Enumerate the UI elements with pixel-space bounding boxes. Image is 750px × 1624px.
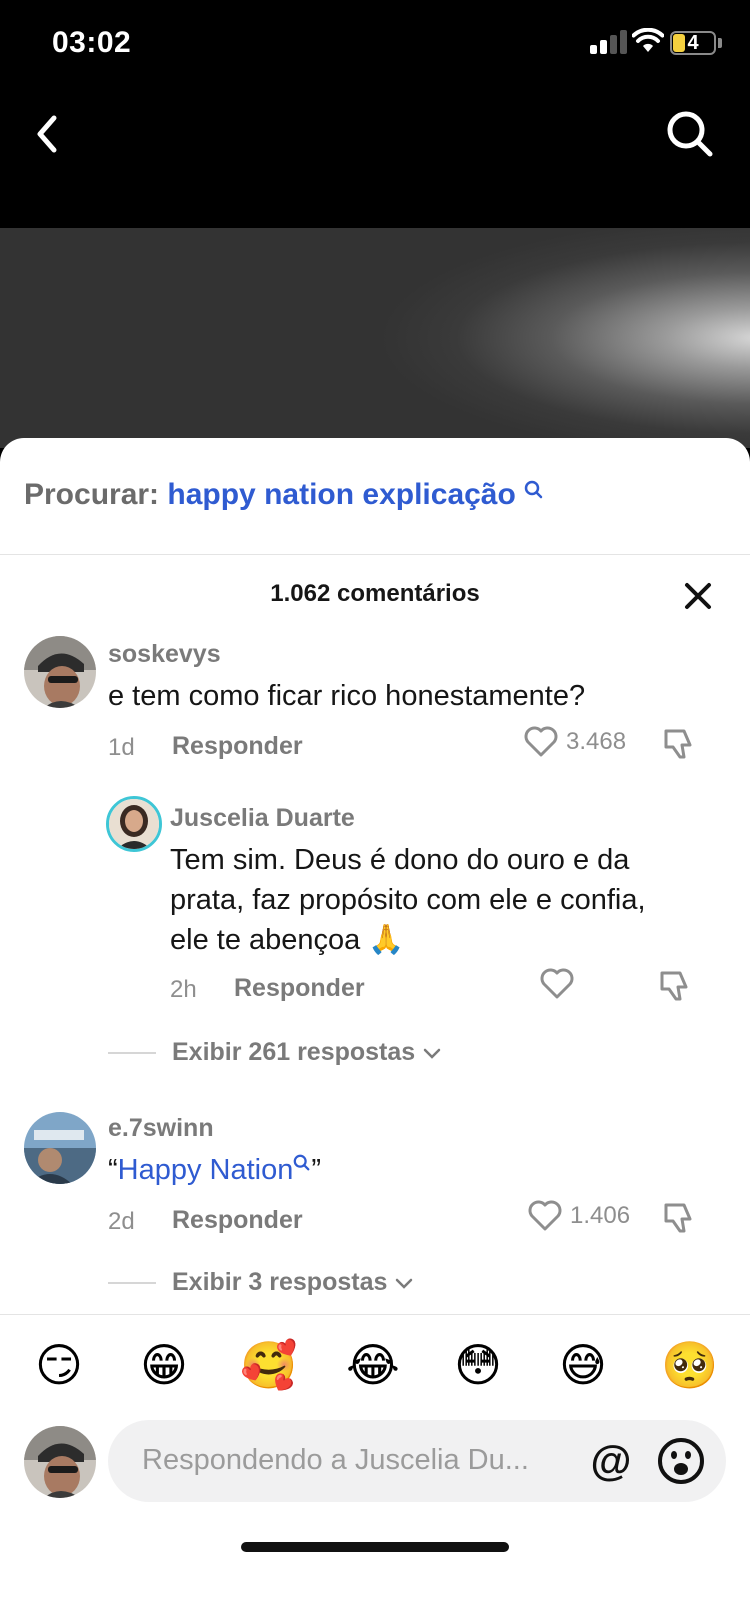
comments-count: 1.062 comentários xyxy=(270,580,480,607)
reply-button[interactable]: Responder xyxy=(234,974,365,1003)
comment-age: 1d xyxy=(108,734,135,761)
emoji-hearts[interactable]: 🥰 xyxy=(240,1337,297,1393)
battery-level: 4 xyxy=(687,32,699,54)
search-suggestion[interactable]: Procurar: happy nation explicação xyxy=(24,478,544,512)
reply-username[interactable]: Juscelia Duarte xyxy=(170,804,355,833)
mention-button[interactable]: @ xyxy=(586,1436,636,1486)
dislike-icon[interactable] xyxy=(660,726,696,762)
wifi-icon xyxy=(632,28,664,52)
view-replies-button[interactable]: Exibir 3 respostas xyxy=(108,1268,415,1297)
dislike-icon[interactable] xyxy=(656,968,692,1004)
comment-search-link[interactable]: Happy Nation xyxy=(118,1154,294,1186)
reply-button[interactable]: Responder xyxy=(172,1206,303,1235)
like-button[interactable]: 1.406 xyxy=(528,1200,630,1232)
avatar[interactable] xyxy=(24,1112,96,1184)
avatar[interactable] xyxy=(106,796,162,852)
like-count: 1.406 xyxy=(570,1202,631,1229)
comment-input[interactable]: Respondendo a Juscelia Du... @ xyxy=(108,1420,726,1502)
home-indicator xyxy=(241,1542,509,1552)
comment-text: “Happy Nation ” xyxy=(108,1150,321,1190)
divider xyxy=(0,554,750,555)
view-replies-label: Exibir 3 respostas xyxy=(172,1268,388,1296)
heart-icon xyxy=(528,1200,562,1231)
emoji-grin[interactable]: 😁 xyxy=(136,1337,192,1393)
top-nav xyxy=(0,90,750,230)
emoji-smirk[interactable]: 😏 xyxy=(31,1337,87,1393)
emoji-flushed[interactable]: 😳 xyxy=(450,1337,506,1393)
emoji-joy[interactable]: 😂 xyxy=(345,1337,401,1393)
avatar xyxy=(24,1426,96,1498)
reply-text-line3: ele te abençoa 🙏 xyxy=(170,924,405,956)
divider-line xyxy=(108,1051,156,1054)
open-quote: “ xyxy=(108,1154,118,1186)
chevron-down-icon xyxy=(423,1048,441,1059)
comment-input-placeholder: Respondendo a Juscelia Du... xyxy=(142,1444,529,1476)
close-quote: ” xyxy=(311,1154,322,1186)
comment-age: 2d xyxy=(108,1208,135,1235)
cellular-signal-icon xyxy=(590,30,628,54)
search-icon[interactable] xyxy=(662,106,718,162)
search-term[interactable]: happy nation explicação xyxy=(167,478,515,511)
search-icon xyxy=(294,1154,310,1171)
emoji-picker-icon[interactable] xyxy=(656,1436,706,1486)
avatar[interactable] xyxy=(24,636,96,708)
comment-username[interactable]: e.7swinn xyxy=(108,1114,214,1143)
like-count: 3.468 xyxy=(566,728,627,755)
search-prefix: Procurar: xyxy=(24,478,160,511)
emoji-sweat-smile[interactable]: 😅 xyxy=(555,1337,611,1393)
emoji-pleading[interactable]: 🥺 xyxy=(661,1337,718,1393)
battery-tip xyxy=(718,38,722,48)
back-arrow-icon[interactable] xyxy=(28,110,68,160)
reply-age: 2h xyxy=(170,976,197,1003)
search-icon xyxy=(524,480,543,499)
comment-text: e tem como ficar rico honestamente? xyxy=(108,680,586,712)
comment-composer: Respondendo a Juscelia Du... @ xyxy=(0,1414,750,1624)
close-icon[interactable] xyxy=(682,580,714,612)
reply-button[interactable]: Responder xyxy=(172,732,303,761)
reply-text-line1: Tem sim. Deus é dono do ouro e da xyxy=(170,844,630,876)
reply-text-line2: prata, faz propósito com ele e confia, xyxy=(170,884,646,916)
status-time: 03:02 xyxy=(52,26,132,59)
status-bar: 03:02 4 xyxy=(0,0,750,90)
battery-icon: 4 xyxy=(670,31,716,55)
dislike-icon[interactable] xyxy=(660,1200,696,1236)
like-button[interactable]: 3.468 xyxy=(524,726,626,758)
view-replies-button[interactable]: Exibir 261 respostas xyxy=(108,1038,443,1067)
heart-icon[interactable] xyxy=(540,968,574,1000)
divider-line xyxy=(108,1281,156,1284)
heart-icon xyxy=(524,726,558,757)
chevron-down-icon xyxy=(396,1278,413,1289)
view-replies-label: Exibir 261 respostas xyxy=(172,1038,416,1066)
video-preview[interactable] xyxy=(0,228,750,448)
comment-username[interactable]: soskevys xyxy=(108,640,221,669)
emoji-quick-bar: 😏 😁 🥰 😂 😳 😅 🥺 xyxy=(0,1314,750,1414)
